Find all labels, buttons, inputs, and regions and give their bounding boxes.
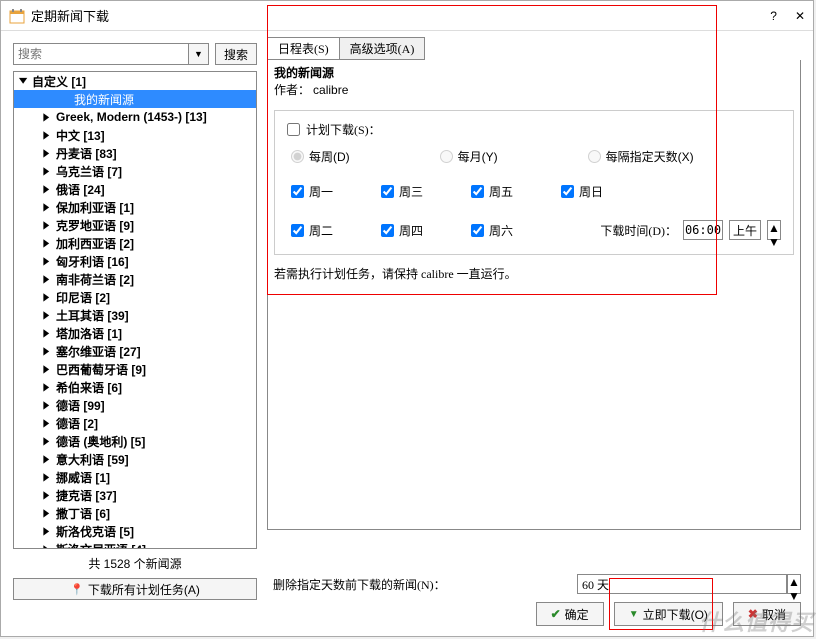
time-label: 下载时间(D)： xyxy=(600,222,677,239)
chk-thu[interactable] xyxy=(381,224,394,237)
chevron-icon: ▶ xyxy=(44,112,51,123)
chevron-icon: ▶ xyxy=(44,346,51,357)
chevron-icon: ▶ xyxy=(44,292,51,303)
chevron-icon: ▶ xyxy=(44,418,51,429)
tree-item[interactable]: ▶巴西葡萄牙语 [9] xyxy=(14,360,256,378)
tree-item[interactable]: ▶俄语 [24] xyxy=(14,180,256,198)
chevron-icon: ▶ xyxy=(44,166,51,177)
chk-sun[interactable] xyxy=(561,185,574,198)
ok-button[interactable]: ✔确定 xyxy=(536,602,604,626)
check-icon: ✔ xyxy=(551,607,561,621)
delete-days-input[interactable] xyxy=(577,574,787,594)
close-button[interactable]: ✕ xyxy=(795,9,805,23)
keep-running-note: 若需执行计划任务，请保持 calibre 一直运行。 xyxy=(274,265,794,282)
time-spinner[interactable]: ▲▼ xyxy=(767,220,781,240)
tree-item[interactable]: ▶保加利亚语 [1] xyxy=(14,198,256,216)
days-spinner[interactable]: ▲▼ xyxy=(787,574,801,594)
tree-item[interactable]: ▶斯洛文尼亚语 [4] xyxy=(14,540,256,549)
source-name: 我的新闻源 xyxy=(274,62,794,81)
chevron-icon: ▶ xyxy=(44,274,51,285)
tree-item[interactable]: ▶挪威语 [1] xyxy=(14,468,256,486)
tree-item[interactable]: ▶捷克语 [37] xyxy=(14,486,256,504)
radio-weekly[interactable] xyxy=(291,150,304,163)
chevron-icon: ▶ xyxy=(44,220,51,231)
tree-item[interactable]: ▶塔加洛语 [1] xyxy=(14,324,256,342)
tree-item[interactable]: ▶意大利语 [59] xyxy=(14,450,256,468)
chevron-icon: ▶ xyxy=(44,256,51,267)
source-author: 作者： calibre xyxy=(274,81,794,104)
chevron-icon: ▶ xyxy=(44,526,51,537)
tree-item[interactable]: ▶乌克兰语 [7] xyxy=(14,162,256,180)
chevron-icon: ▶ xyxy=(44,184,51,195)
tree-item[interactable]: ▶中文 [13] xyxy=(14,126,256,144)
chk-sat[interactable] xyxy=(471,224,484,237)
chk-fri[interactable] xyxy=(471,185,484,198)
calendar-icon xyxy=(9,8,25,24)
chevron-icon: ▶ xyxy=(44,490,51,501)
time-input[interactable] xyxy=(683,220,723,240)
tree-item[interactable]: ▶德语 [2] xyxy=(14,414,256,432)
chk-wed[interactable] xyxy=(381,185,394,198)
chevron-icon: ▶ xyxy=(44,364,51,375)
download-icon: ▼ xyxy=(629,609,639,620)
tree-item[interactable]: ▶撒丁语 [6] xyxy=(14,504,256,522)
chevron-icon: ▶ xyxy=(44,202,51,213)
chevron-icon: ▶ xyxy=(44,130,51,141)
tree-item[interactable]: ▶希伯来语 [6] xyxy=(14,378,256,396)
tree-root[interactable]: ▶自定义 [1] xyxy=(14,72,256,90)
tree-item[interactable]: ▶加利西亚语 [2] xyxy=(14,234,256,252)
chevron-icon: ▶ xyxy=(44,310,51,321)
chevron-icon: ▶ xyxy=(44,472,51,483)
tab-schedule[interactable]: 日程表(S) xyxy=(267,37,340,60)
help-button[interactable]: ? xyxy=(770,9,777,23)
plan-download-label: 计划下载(S)： xyxy=(306,121,381,138)
chevron-icon: ▶ xyxy=(44,382,51,393)
tree-item[interactable]: ▶德语 [99] xyxy=(14,396,256,414)
chk-tue[interactable] xyxy=(291,224,304,237)
chk-mon[interactable] xyxy=(291,185,304,198)
tree-item[interactable]: ▶印尼语 [2] xyxy=(14,288,256,306)
tree-item-selected[interactable]: 我的新闻源 xyxy=(14,90,256,108)
chevron-icon: ▶ xyxy=(44,400,51,411)
delete-old-label: 删除指定天数前下载的新闻(N)： xyxy=(273,576,446,593)
radio-monthly[interactable] xyxy=(440,150,453,163)
plan-download-checkbox[interactable] xyxy=(287,123,300,136)
window-title: 定期新闻下载 xyxy=(31,6,770,25)
chevron-icon: ▶ xyxy=(44,238,51,249)
radio-every-n-days[interactable] xyxy=(588,150,601,163)
tree-item[interactable]: ▶南非荷兰语 [2] xyxy=(14,270,256,288)
chevron-icon: ▶ xyxy=(44,148,51,159)
tree-item[interactable]: ▶丹麦语 [83] xyxy=(14,144,256,162)
search-dropdown-button[interactable]: ▼ xyxy=(189,43,209,65)
chevron-icon: ▶ xyxy=(44,454,51,465)
tree-item[interactable]: ▶土耳其语 [39] xyxy=(14,306,256,324)
chevron-icon: ▶ xyxy=(44,508,51,519)
search-input[interactable] xyxy=(13,43,189,65)
tree-item[interactable]: ▶德语 (奥地利) [5] xyxy=(14,432,256,450)
tree-item[interactable]: ▶Greek, Modern (1453-) [13] xyxy=(14,108,256,126)
tab-advanced[interactable]: 高级选项(A) xyxy=(339,37,426,60)
tree-item[interactable]: ▶斯洛伐克语 [5] xyxy=(14,522,256,540)
chevron-icon: ▶ xyxy=(44,436,51,447)
ampm-input[interactable] xyxy=(729,220,761,240)
source-tree[interactable]: ▶自定义 [1]我的新闻源▶Greek, Modern (1453-) [13]… xyxy=(13,71,257,549)
search-button[interactable]: 搜索 xyxy=(215,43,257,65)
tree-item[interactable]: ▶塞尔维亚语 [27] xyxy=(14,342,256,360)
watermark: 什么值得买 xyxy=(699,605,814,637)
chevron-icon: ▶ xyxy=(44,328,51,339)
chevron-icon: ▶ xyxy=(18,78,29,85)
tree-item[interactable]: ▶克罗地亚语 [9] xyxy=(14,216,256,234)
tree-item[interactable]: ▶匈牙利语 [16] xyxy=(14,252,256,270)
